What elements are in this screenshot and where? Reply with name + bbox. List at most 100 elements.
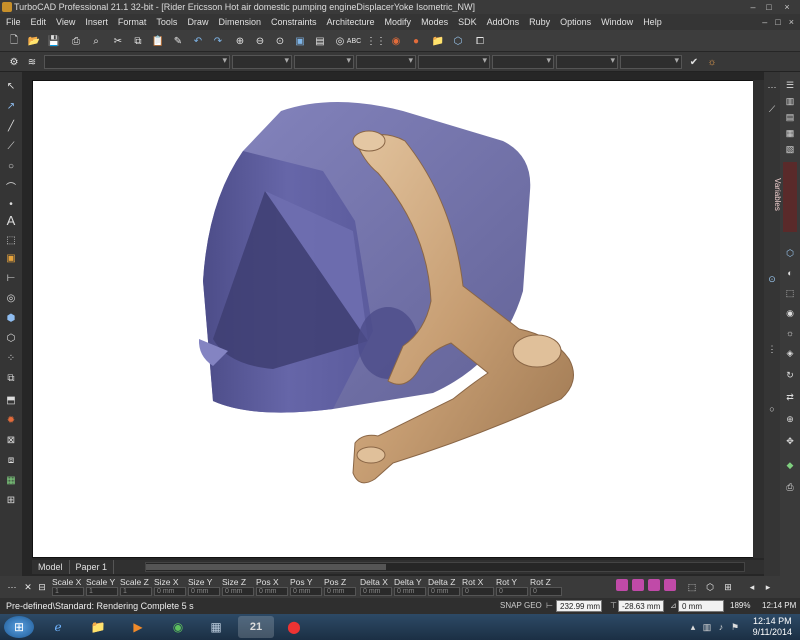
- menu-draw[interactable]: Draw: [187, 17, 208, 27]
- 3d-box-icon[interactable]: ⬢: [3, 310, 19, 326]
- record-icon[interactable]: ●: [408, 33, 424, 49]
- horizontal-scrollbar[interactable]: [145, 562, 745, 572]
- menu-tools[interactable]: Tools: [156, 17, 177, 27]
- tray-flag-icon[interactable]: ⚑: [728, 616, 742, 638]
- palette-icon-2[interactable]: ▥: [783, 94, 797, 108]
- new-file-icon[interactable]: 🗋: [6, 33, 22, 49]
- block-tool-icon[interactable]: ⧈: [3, 452, 19, 468]
- hatch-tool-icon[interactable]: ⬚: [3, 232, 19, 248]
- cube-icon[interactable]: ⬡: [450, 33, 466, 49]
- inspector-field-size-y[interactable]: 0 mm: [188, 587, 220, 596]
- inspector-field-size-x[interactable]: 0 mm: [154, 587, 186, 596]
- abc-icon[interactable]: ABC: [346, 33, 362, 49]
- inspector-field-scale-z[interactable]: 1: [120, 587, 152, 596]
- tray-volume-icon[interactable]: ♪: [714, 616, 728, 638]
- snap-vertex-icon[interactable]: ⋯: [765, 80, 779, 94]
- tab-paper-1[interactable]: Paper 1: [70, 560, 115, 574]
- inspector-field-size-z[interactable]: 0 mm: [222, 587, 254, 596]
- match-properties-icon[interactable]: ☼: [704, 54, 720, 70]
- doc-restore-button[interactable]: □: [775, 17, 780, 27]
- transform-tool-icon[interactable]: ⬒: [3, 392, 19, 408]
- menu-help[interactable]: Help: [643, 17, 662, 27]
- tray-up-arrow-icon[interactable]: ▴: [686, 616, 700, 638]
- gear-icon[interactable]: ⚙: [6, 54, 22, 70]
- inspector-field-rot-y[interactable]: 0: [496, 587, 528, 596]
- inspector-expand-icon[interactable]: ▸: [760, 579, 776, 595]
- taskbar-clock[interactable]: 12:14 PM 9/11/2014: [753, 616, 792, 638]
- snap-line-icon[interactable]: ⟋: [765, 102, 779, 116]
- style-select[interactable]: [418, 55, 490, 69]
- 3d-primitive-icon[interactable]: ◎: [3, 290, 19, 306]
- properties-icon[interactable]: ☰: [783, 78, 797, 92]
- shade-icon[interactable]: ◐: [783, 266, 797, 280]
- pattern-select[interactable]: [556, 55, 618, 69]
- palette-icon-3[interactable]: ▤: [783, 110, 797, 124]
- measure-tool-icon[interactable]: ⊠: [3, 432, 19, 448]
- turbocad-app-icon[interactable]: [2, 2, 12, 12]
- inspector-field-rot-x[interactable]: 0: [462, 587, 494, 596]
- inspector-lock-icon[interactable]: ⊟: [34, 579, 50, 595]
- inspector-tool-icon-1[interactable]: [616, 579, 628, 591]
- circle-tool-icon[interactable]: ○: [3, 158, 19, 174]
- edit-tool-icon[interactable]: ↗: [3, 98, 19, 114]
- vertical-scrollbar[interactable]: [753, 80, 764, 558]
- inspector-field-scale-x[interactable]: 1: [52, 587, 84, 596]
- print-icon[interactable]: ⎙: [68, 33, 84, 49]
- inspector-tool-icon-3[interactable]: [648, 579, 660, 591]
- material-icon[interactable]: ◈: [783, 346, 797, 360]
- arc-tool-icon[interactable]: ⌒: [3, 178, 19, 194]
- geo-indicator[interactable]: GEO: [524, 601, 542, 610]
- render-tool-icon[interactable]: ✹: [3, 412, 19, 428]
- camera-icon[interactable]: ◉: [783, 306, 797, 320]
- menu-view[interactable]: View: [56, 17, 75, 27]
- inspector-tool-icon-4[interactable]: [664, 579, 676, 591]
- dimension-tool-icon[interactable]: ⊢: [3, 270, 19, 286]
- menu-format[interactable]: Format: [118, 17, 147, 27]
- snap-center-icon[interactable]: ⊙: [765, 272, 779, 286]
- zoom-icon[interactable]: ⊕: [783, 412, 797, 426]
- menu-file[interactable]: File: [6, 17, 21, 27]
- text-tool-icon[interactable]: A: [3, 212, 19, 228]
- redo-icon[interactable]: ↷: [210, 33, 226, 49]
- snap-tangent-icon[interactable]: ○: [765, 402, 779, 416]
- select-arrow-icon[interactable]: ↖: [3, 78, 19, 94]
- menu-options[interactable]: Options: [560, 17, 591, 27]
- drawing-canvas[interactable]: [32, 80, 754, 558]
- render-mode-icon[interactable]: ◆: [783, 458, 797, 472]
- 3d-view-icon[interactable]: ⬡: [783, 246, 797, 260]
- wireframe-icon[interactable]: ⬚: [783, 286, 797, 300]
- inspector-field-pos-x[interactable]: 0 mm: [256, 587, 288, 596]
- menu-ruby[interactable]: Ruby: [529, 17, 550, 27]
- polyline-tool-icon[interactable]: ⟋: [3, 138, 19, 154]
- array-tool-icon[interactable]: ⁘: [3, 350, 19, 366]
- copy-icon[interactable]: ⧉: [130, 33, 146, 49]
- menu-modify[interactable]: Modify: [385, 17, 412, 27]
- x-coordinate-field[interactable]: 232.99 mm: [556, 600, 602, 612]
- menu-constraints[interactable]: Constraints: [271, 17, 317, 27]
- inspector-tool-icon-2[interactable]: [632, 579, 644, 591]
- line-tool-icon[interactable]: ╱: [3, 118, 19, 134]
- doc-close-button[interactable]: ×: [789, 17, 794, 27]
- menu-sdk[interactable]: SDK: [458, 17, 477, 27]
- acrobat-icon[interactable]: ⬤: [276, 616, 312, 638]
- orbit-icon[interactable]: ↻: [783, 368, 797, 382]
- grid-icon[interactable]: ⋮⋮: [366, 33, 386, 49]
- open-folder-icon[interactable]: 📂: [26, 33, 42, 49]
- file-explorer-icon[interactable]: 📁: [80, 616, 116, 638]
- palette-icon-5[interactable]: ▧: [783, 142, 797, 156]
- minimize-button[interactable]: –: [748, 2, 758, 12]
- library-icon[interactable]: 📁: [430, 33, 446, 49]
- material-select[interactable]: [620, 55, 682, 69]
- inspector-field-pos-y[interactable]: 0 mm: [290, 587, 322, 596]
- y-coordinate-field[interactable]: -28.63 mm: [618, 600, 664, 612]
- turbocad-taskbar-icon[interactable]: 21: [238, 616, 274, 638]
- menu-dimension[interactable]: Dimension: [218, 17, 261, 27]
- media-player-icon[interactable]: ▶: [120, 616, 156, 638]
- inspector-field-rot-z[interactable]: 0: [530, 587, 562, 596]
- inspector-options-icon[interactable]: ⋯: [4, 579, 20, 595]
- paste-icon[interactable]: 📋: [150, 33, 166, 49]
- walk-icon[interactable]: ⇄: [783, 390, 797, 404]
- checkmark-icon[interactable]: ✔: [686, 54, 702, 70]
- snap-grid-icon[interactable]: ⋮: [765, 342, 779, 356]
- variables-tab[interactable]: Variables: [773, 162, 797, 232]
